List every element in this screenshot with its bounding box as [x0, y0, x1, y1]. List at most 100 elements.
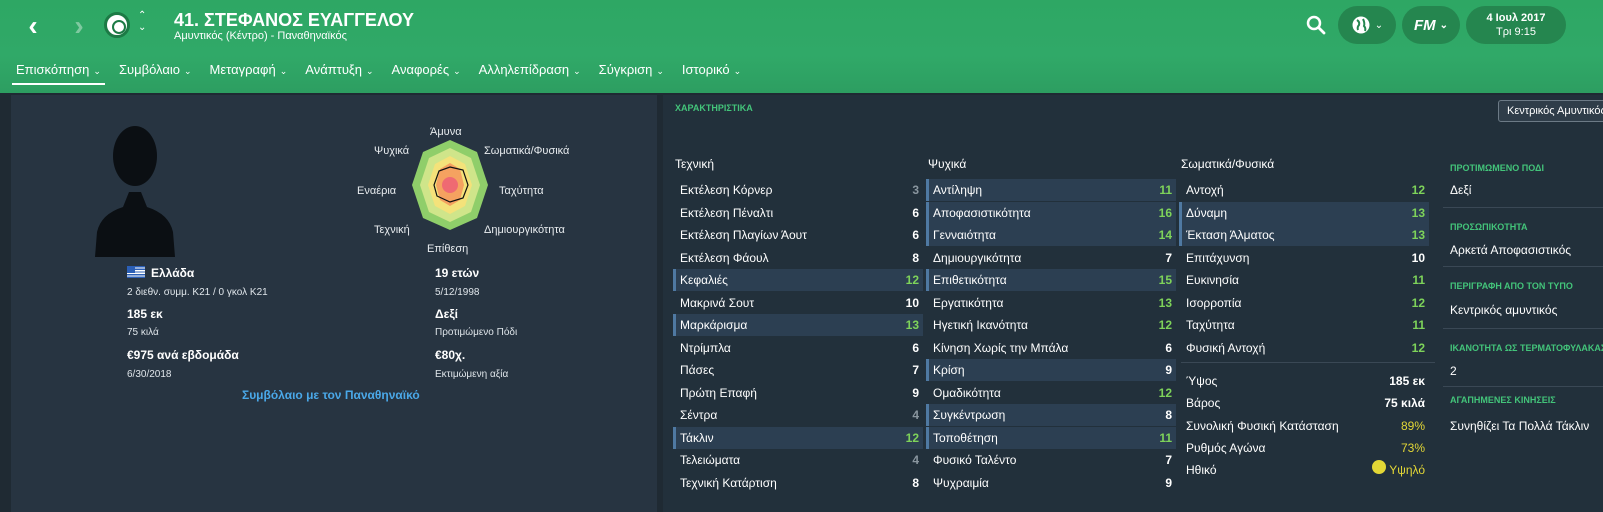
- mental-attribute-row[interactable]: Επιθετικότητα 15: [926, 269, 1176, 291]
- attribute-name: Μακρινά Σουτ: [680, 295, 755, 310]
- attribute-value: 14: [1158, 228, 1172, 242]
- tab-interaction[interactable]: Αλληλεπίδραση ⌄: [475, 60, 585, 85]
- attribute-value: 11: [1159, 430, 1172, 445]
- fitness-row: Βάρος 75 κιλά: [1179, 392, 1429, 414]
- attribute-value: 12: [905, 273, 919, 287]
- fm-menu-button[interactable]: FM ⌄: [1402, 6, 1460, 44]
- technical-attribute-row[interactable]: Εκτέλεση Πέναλτι 6: [673, 202, 923, 224]
- technical-attribute-row[interactable]: Μακρινά Σουτ 10: [673, 292, 923, 314]
- technical-attribute-row[interactable]: Σέντρα 4: [673, 404, 923, 426]
- mental-attribute-row[interactable]: Ψυχραιμία 9: [926, 472, 1176, 494]
- globe-menu-button[interactable]: ⌄: [1338, 6, 1396, 44]
- media-description-value: Κεντρικός αμυντικός: [1450, 303, 1558, 317]
- physical-attribute-row[interactable]: Ευκινησία 11: [1179, 269, 1429, 291]
- fitness-row: Ύψος 185 εκ: [1179, 370, 1429, 392]
- mental-attribute-row[interactable]: Συγκέντρωση 8: [926, 404, 1176, 426]
- physical-column-title: Σωματικά/Φυσικά: [1181, 157, 1275, 171]
- fitness-value: 89%: [1400, 418, 1425, 433]
- technical-attribute-row[interactable]: Τεχνική Κατάρτιση 8: [673, 472, 923, 494]
- tab-label: Αναφορές: [391, 62, 450, 77]
- attribute-name: Φυσική Αντοχή: [1186, 340, 1266, 355]
- technical-attribute-row[interactable]: Τάκλιν 12: [673, 426, 923, 449]
- attribute-name: Εργατικότητα: [933, 295, 1004, 310]
- technical-attribute-row[interactable]: Εκτέλεση Πλαγίων Άουτ 6: [673, 224, 923, 246]
- preferred-foot-label: Προτιμώμενο Πόδι: [435, 327, 518, 338]
- technical-attribute-row[interactable]: Πρώτη Επαφή 9: [673, 382, 923, 404]
- attribute-value: 8: [912, 250, 919, 265]
- attribute-value: 4: [912, 408, 919, 422]
- mental-attribute-row[interactable]: Αντίληψη 11: [926, 179, 1176, 201]
- tab-comparison[interactable]: Σύγκριση ⌄: [595, 60, 668, 85]
- physical-attribute-row[interactable]: Ταχύτητα 11: [1179, 314, 1429, 336]
- mental-attribute-row[interactable]: Τοποθέτηση 11: [926, 426, 1176, 449]
- player-height: 185 εκ: [127, 307, 163, 321]
- attribute-value: 12: [1411, 340, 1425, 355]
- position-select-button[interactable]: Κεντρικός Αμυντικός: [1498, 100, 1603, 122]
- back-arrow-icon[interactable]: ‹: [18, 12, 48, 42]
- search-icon[interactable]: [1305, 14, 1327, 36]
- tab-history[interactable]: Ιστορικό ⌄: [678, 60, 745, 85]
- tab-contract[interactable]: Συμβόλαιο ⌄: [115, 60, 196, 85]
- physical-attribute-row[interactable]: Ισορροπία 12: [1179, 292, 1429, 314]
- mental-attribute-row[interactable]: Κρίση 9: [926, 359, 1176, 381]
- attribute-value: 9: [912, 385, 919, 400]
- attribute-value: 16: [1158, 205, 1172, 220]
- mental-attribute-row[interactable]: Ομαδικότητα 12: [926, 382, 1176, 404]
- player-switch-icon[interactable]: ⌃ ⌄: [138, 10, 146, 34]
- tab-reports[interactable]: Αναφορές ⌄: [388, 60, 465, 85]
- nationality-label: Ελλάδα: [151, 266, 195, 280]
- mental-attribute-row[interactable]: Γενναιότητα 14: [926, 224, 1176, 246]
- attribute-value: 13: [1411, 228, 1425, 242]
- tab-transfer[interactable]: Μεταγραφή ⌄: [206, 60, 292, 85]
- attribute-name: Ομαδικότητα: [933, 385, 1001, 400]
- radar-label-defence: Άμυνα: [430, 126, 462, 138]
- contract-link[interactable]: Συμβόλαιο με τον Παναθηναϊκό: [242, 388, 420, 402]
- physical-attribute-row[interactable]: Δύναμη 13: [1179, 201, 1429, 224]
- tab-overview[interactable]: Επισκόπηση ⌄: [12, 60, 105, 85]
- club-badge-icon[interactable]: [104, 12, 130, 38]
- attribute-name: Τεχνική Κατάρτιση: [680, 475, 777, 490]
- physical-attribute-row[interactable]: Έκταση Άλματος 13: [1179, 224, 1429, 246]
- physical-attribute-row[interactable]: Επιτάχυνση 10: [1179, 247, 1429, 269]
- physical-attribute-row[interactable]: Φυσική Αντοχή 12: [1179, 337, 1429, 359]
- attribute-name: Αντίληψη: [933, 183, 983, 197]
- player-value: €80χ.: [435, 348, 466, 362]
- chevron-down-icon: ⌄: [453, 66, 461, 76]
- attribute-name: Κρίση: [933, 363, 965, 377]
- mental-attribute-row[interactable]: Εργατικότητα 13: [926, 292, 1176, 314]
- date-continue-button[interactable]: 4 Ιουλ 2017 Τρι 9:15: [1466, 6, 1566, 44]
- technical-attribute-row[interactable]: Μαρκάρισμα 13: [673, 314, 923, 336]
- attributes-title: ΧΑΡΑΚΤΗΡΙΣΤΙΚΑ: [675, 103, 753, 113]
- attribute-value: 12: [1411, 295, 1425, 310]
- forward-arrow-icon[interactable]: ›: [64, 12, 94, 42]
- technical-attribute-row[interactable]: Εκτέλεση Κόρνερ 3: [673, 179, 923, 201]
- mental-attribute-row[interactable]: Ηγετική Ικανότητα 12: [926, 314, 1176, 336]
- contract-expiry: 6/30/2018: [127, 369, 172, 380]
- attribute-name: Γενναιότητα: [933, 228, 996, 242]
- attribute-name: Μαρκάρισμα: [680, 318, 748, 332]
- fitness-value: 75 κιλά: [1384, 396, 1425, 411]
- divider: [1443, 266, 1603, 267]
- mental-attribute-row[interactable]: Αποφασιστικότητα 16: [926, 201, 1176, 224]
- technical-attribute-row[interactable]: Ντρίμπλα 6: [673, 337, 923, 359]
- tab-development[interactable]: Ανάπτυξη ⌄: [301, 60, 377, 85]
- mental-attribute-row[interactable]: Κίνηση Χωρίς την Μπάλα 6: [926, 337, 1176, 359]
- player-title: 41. ΣΤΕΦΑΝΟΣ ΕΥΑΓΓΕΛΟΥ: [174, 10, 414, 30]
- attribute-value: 6: [912, 228, 919, 242]
- player-silhouette-icon: [95, 126, 175, 257]
- tab-label: Συμβόλαιο: [118, 62, 180, 77]
- attribute-value: 13: [905, 318, 919, 332]
- mental-attribute-row[interactable]: Δημιουργικότητα 7: [926, 247, 1176, 269]
- attribute-name: Ντρίμπλα: [680, 340, 731, 355]
- mental-attribute-row[interactable]: Φυσικό Ταλέντο 7: [926, 449, 1176, 471]
- technical-attribute-row[interactable]: Τελειώματα 4: [673, 449, 923, 471]
- technical-attribute-row[interactable]: Εκτέλεση Φάουλ 8: [673, 247, 923, 269]
- technical-attribute-row[interactable]: Πάσες 7: [673, 359, 923, 381]
- physical-attribute-row[interactable]: Αντοχή 12: [1179, 179, 1429, 201]
- current-date: 4 Ιουλ 2017: [1486, 12, 1546, 24]
- fitness-value: 73%: [1400, 440, 1425, 455]
- technical-attribute-row[interactable]: Κεφαλιές 12: [673, 269, 923, 291]
- preferred-foot-heading: ΠΡΟΤΙΜΩΜΕΝΟ ΠΟΔΙ: [1450, 163, 1544, 173]
- mental-column-title: Ψυχικά: [928, 157, 967, 171]
- attribute-value: 8: [1165, 408, 1172, 422]
